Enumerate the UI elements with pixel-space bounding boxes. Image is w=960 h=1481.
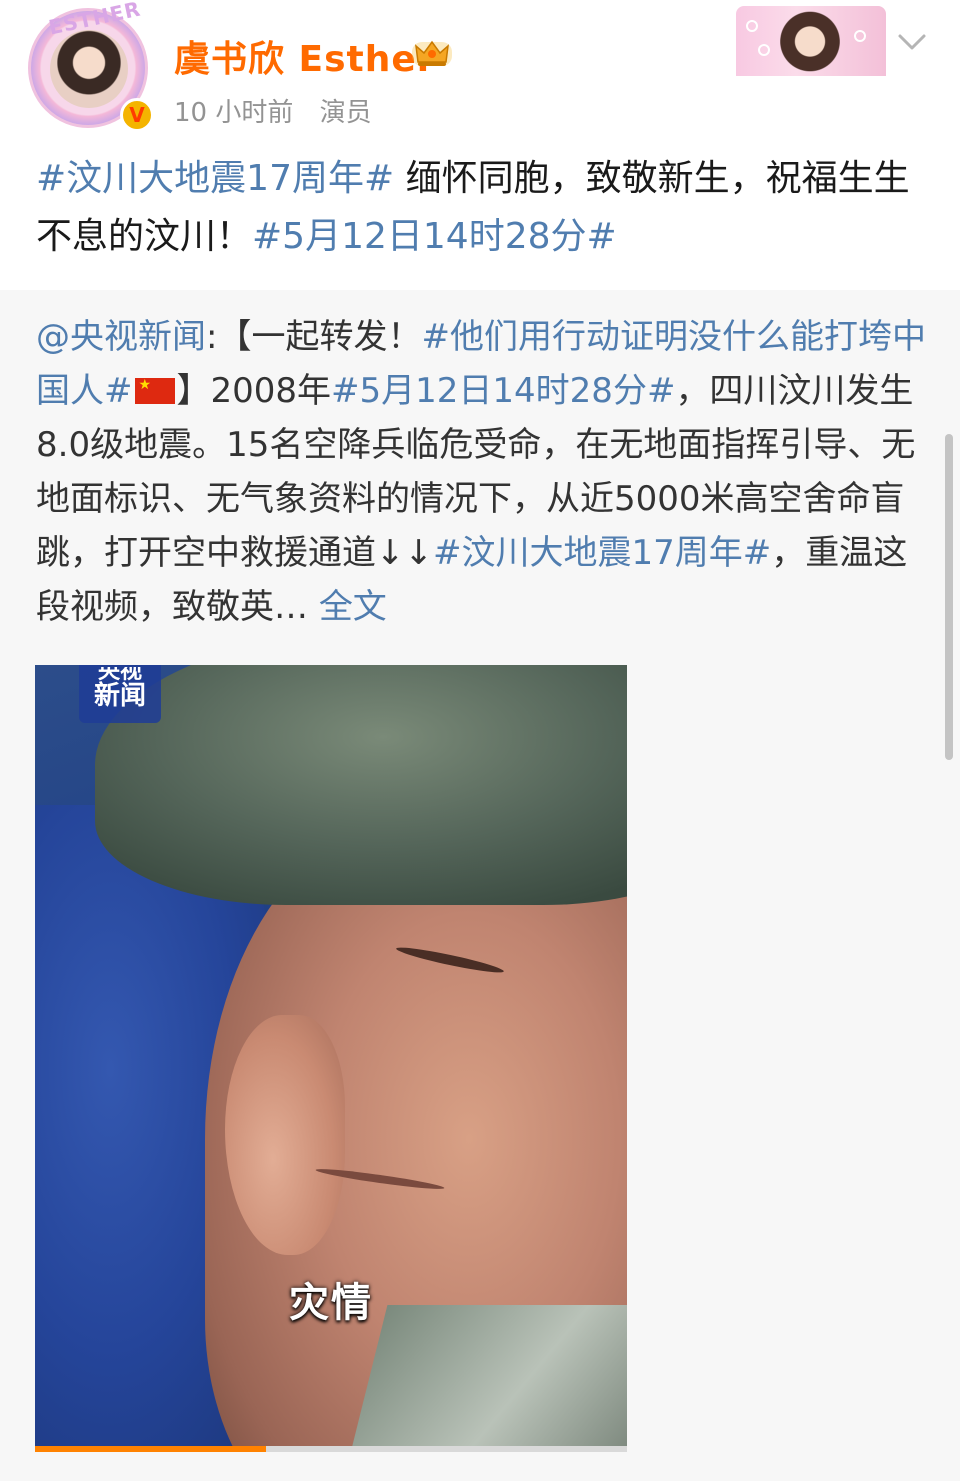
cover-banner[interactable]	[736, 6, 886, 76]
video-subtitle: 灾情	[289, 1280, 373, 1326]
topic-link[interactable]: #5月12日14时28分#	[331, 371, 675, 411]
chevron-down-icon[interactable]	[896, 30, 928, 54]
repost-text: @央视新闻:【一起转发！#他们用行动证明没什么能打垮中国人#】2008年#5月1…	[36, 310, 926, 634]
repost-segment: :【一起转发！	[206, 317, 422, 357]
verified-badge-icon: V	[120, 98, 154, 132]
video-frame-nose	[225, 1015, 345, 1255]
repost-segment: 】2008年	[176, 371, 332, 411]
crown-icon	[412, 40, 452, 66]
video-progress-fill	[35, 1446, 266, 1452]
full-text-link[interactable]: 全文	[319, 587, 387, 627]
china-flag-icon	[134, 376, 175, 404]
topic-link[interactable]: #5月12日14时28分#	[252, 216, 617, 257]
topic-link[interactable]: #汶川大地震17周年#	[433, 533, 771, 573]
avatar[interactable]: ESTHER V	[28, 0, 154, 132]
username[interactable]: 虞书欣 Esther	[174, 30, 436, 82]
scrollbar[interactable]	[945, 434, 953, 760]
bubble-decoration	[746, 20, 758, 32]
author-label: 演员	[319, 98, 372, 128]
video-progress-bar[interactable]	[35, 1446, 627, 1452]
station-logo-line1: 央视	[97, 667, 142, 681]
post-header: ESTHER V 虞书欣 Esther 10 小时前 演员	[0, 0, 960, 140]
bubble-decoration	[854, 30, 866, 42]
post-time: 10 小时前	[174, 98, 294, 128]
avatar-photo	[50, 30, 128, 108]
video-frame-helmet	[95, 665, 627, 905]
topic-link[interactable]: #汶川大地震17周年#	[36, 158, 394, 199]
video-player[interactable]: 央视 新闻 灾情	[35, 665, 627, 1452]
mention-link[interactable]: @央视新闻	[36, 317, 206, 357]
bubble-decoration	[758, 44, 770, 56]
post-meta: 10 小时前 演员	[174, 92, 390, 129]
cover-portrait	[780, 10, 840, 76]
station-logo: 央视 新闻	[79, 665, 161, 723]
post-body: #汶川大地震17周年# 缅怀同胞，致敬新生，祝福生生不息的汶川！#5月12日14…	[36, 150, 926, 266]
station-logo-line2: 新闻	[93, 681, 146, 711]
repost-card[interactable]: @央视新闻:【一起转发！#他们用行动证明没什么能打垮中国人#】2008年#5月1…	[0, 290, 960, 1481]
